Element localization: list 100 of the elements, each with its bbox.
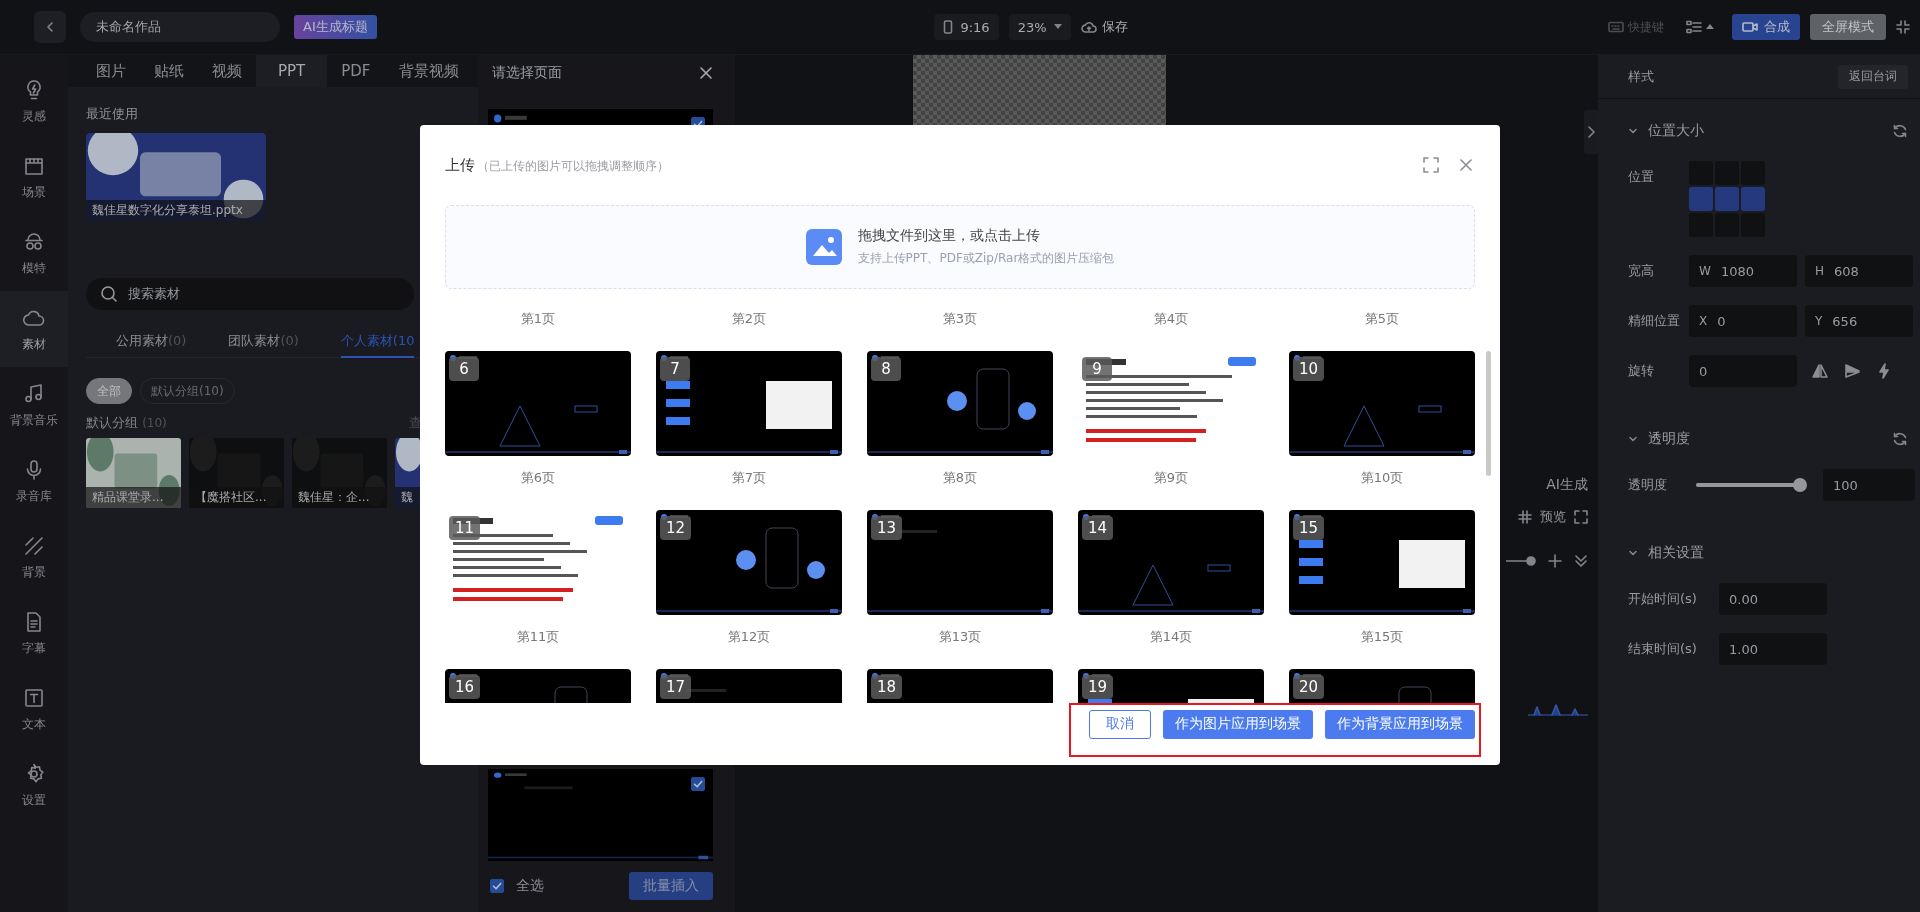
chevron-icon [1628, 548, 1638, 558]
keyboard-icon [1608, 21, 1624, 33]
page-label: 第4页 [1152, 310, 1190, 328]
field-label: 开始时间(s) [1628, 590, 1698, 608]
fullscreen-icon[interactable] [1423, 157, 1439, 173]
number-field[interactable]: Y 656 [1805, 305, 1913, 337]
caret-down-icon [1053, 24, 1062, 30]
ratio-button[interactable]: 9:16 [934, 14, 999, 40]
apply-button[interactable]: 作为背景应用到场景 [1325, 709, 1475, 739]
tab[interactable]: PPT [256, 55, 328, 87]
field-label: 位置 [1628, 168, 1655, 186]
field-label: 旋转 [1628, 362, 1655, 380]
phone-icon [943, 20, 954, 34]
sidebar-item[interactable]: 灵感 [0, 63, 68, 139]
tab[interactable]: PDF [327, 55, 385, 87]
page-label: 第1页 [519, 310, 557, 328]
page-number: 14 [1082, 516, 1114, 540]
flip-horizontal-icon[interactable] [1811, 362, 1829, 380]
flip-vertical-icon[interactable] [1843, 362, 1861, 380]
tab[interactable]: 图片 [82, 55, 140, 87]
project-name-field[interactable]: 未命名作品 [80, 12, 280, 42]
page-label: 第8页 [941, 469, 979, 487]
number-field[interactable]: W 1080 [1689, 255, 1797, 287]
number-field[interactable]: X 0 [1689, 305, 1797, 337]
ppt-card[interactable]: 魏佳星数字化分享泰坦.pptx [86, 133, 266, 221]
field-label: 结束时间(s) [1628, 640, 1698, 658]
preview-button[interactable]: 预览 [1540, 508, 1566, 526]
file-name: 精品课堂录... [86, 487, 181, 508]
sidebar-item[interactable]: 场景 [0, 139, 68, 215]
check-icon [693, 778, 703, 789]
tab[interactable]: 背景视频 [384, 55, 473, 87]
plus-icon[interactable] [1548, 554, 1562, 568]
image-icon [805, 229, 842, 265]
cancel-button[interactable]: 取消 [1089, 709, 1151, 739]
page-number: 15 [1293, 516, 1325, 540]
compose-button[interactable]: 合成 [1732, 14, 1800, 40]
asset-card[interactable]: 精品课堂录... [86, 438, 181, 508]
search-icon [100, 285, 118, 303]
page-label: 第15页 [1359, 628, 1405, 646]
sidebar-item[interactable]: 模特 [0, 215, 68, 291]
section-header[interactable]: 相关设置 [1628, 544, 1704, 562]
page-label: 第9页 [1152, 469, 1190, 487]
expand-panel-button[interactable] [1584, 110, 1598, 154]
number-field[interactable]: 1.00 [1719, 633, 1827, 665]
page-label: 第11页 [515, 628, 561, 646]
number-field[interactable]: H 608 [1805, 255, 1913, 287]
sidebar-item[interactable]: 设置 [0, 747, 68, 823]
anchor-cell[interactable] [1715, 187, 1739, 211]
sidebar-item[interactable]: 背景音乐 [0, 367, 68, 443]
page-number: 12 [660, 516, 692, 540]
apply-button[interactable]: 作为图片应用到场景 [1163, 709, 1313, 739]
page-label: 第6页 [519, 469, 557, 487]
checkbox[interactable] [490, 879, 504, 894]
page-label: 第2页 [730, 310, 768, 328]
layout-button[interactable] [1686, 20, 1714, 34]
section-header[interactable]: 位置大小 [1628, 122, 1704, 140]
page-number: 9 [1082, 357, 1112, 381]
sidebar-item[interactable]: 素材 [0, 291, 68, 367]
tab[interactable]: 贴纸 [140, 55, 198, 87]
grid-icon[interactable] [1518, 510, 1532, 524]
ai-generate-label[interactable]: AI生成 [1546, 476, 1588, 494]
cloud-icon [1080, 20, 1097, 34]
anchor-cell[interactable] [1689, 187, 1713, 211]
page-label: 第13页 [937, 628, 983, 646]
batch-insert-button[interactable]: 批量插入 [629, 872, 713, 901]
back-to-script-button[interactable]: 返回台词 [1838, 64, 1908, 89]
reset-icon[interactable] [1892, 123, 1908, 139]
field-label: 宽高 [1628, 262, 1655, 280]
expand-icon[interactable] [1574, 510, 1588, 524]
back-button[interactable] [34, 11, 66, 43]
field-label: 精细位置 [1628, 312, 1681, 330]
double-chevron-down-icon[interactable] [1574, 554, 1588, 568]
zoom-dropdown[interactable]: 23% [1008, 14, 1071, 40]
sidebar-item[interactable]: 背景 [0, 519, 68, 595]
dropzone-hint: 支持上传PPT、PDF或Zip/Rar格式的图片压缩包 [857, 250, 1115, 267]
save-button[interactable]: 保存 [1080, 18, 1128, 36]
sidebar-item[interactable]: 录音库 [0, 443, 68, 519]
section-header[interactable]: 透明度 [1628, 430, 1690, 448]
asset-card[interactable]: 【魔搭社区... [189, 438, 284, 508]
dropzone-title: 拖拽文件到这里，或点击上传 [857, 227, 1041, 245]
sidebar-item[interactable]: 文本 [0, 671, 68, 747]
page-number: 19 [1082, 675, 1114, 699]
ai-title-button[interactable]: AI生成标题 [294, 15, 377, 39]
close-icon[interactable] [699, 65, 713, 80]
scrollbar[interactable] [1486, 351, 1491, 476]
collapse-icon[interactable] [1896, 20, 1910, 34]
sidebar-item[interactable]: 字幕 [0, 595, 68, 671]
page-label: 第14页 [1148, 628, 1194, 646]
number-field[interactable]: 100 [1823, 469, 1915, 501]
search-field[interactable]: 搜索素材 [86, 278, 414, 310]
page-number: 16 [449, 675, 481, 699]
asset-card[interactable]: 魏佳星：企... [292, 438, 387, 508]
number-field[interactable]: 0 [1689, 355, 1797, 387]
reset-icon[interactable] [1892, 431, 1908, 447]
tab[interactable]: 视频 [198, 55, 256, 87]
upload-dropzone[interactable]: 拖拽文件到这里，或点击上传 支持上传PPT、PDF或Zip/Rar格式的图片压缩包 [445, 205, 1475, 289]
number-field[interactable]: 0.00 [1719, 583, 1827, 615]
fullscreen-button[interactable]: 全屏模式 [1810, 14, 1886, 40]
anchor-cell[interactable] [1741, 187, 1765, 211]
page-label: 第7页 [730, 469, 768, 487]
